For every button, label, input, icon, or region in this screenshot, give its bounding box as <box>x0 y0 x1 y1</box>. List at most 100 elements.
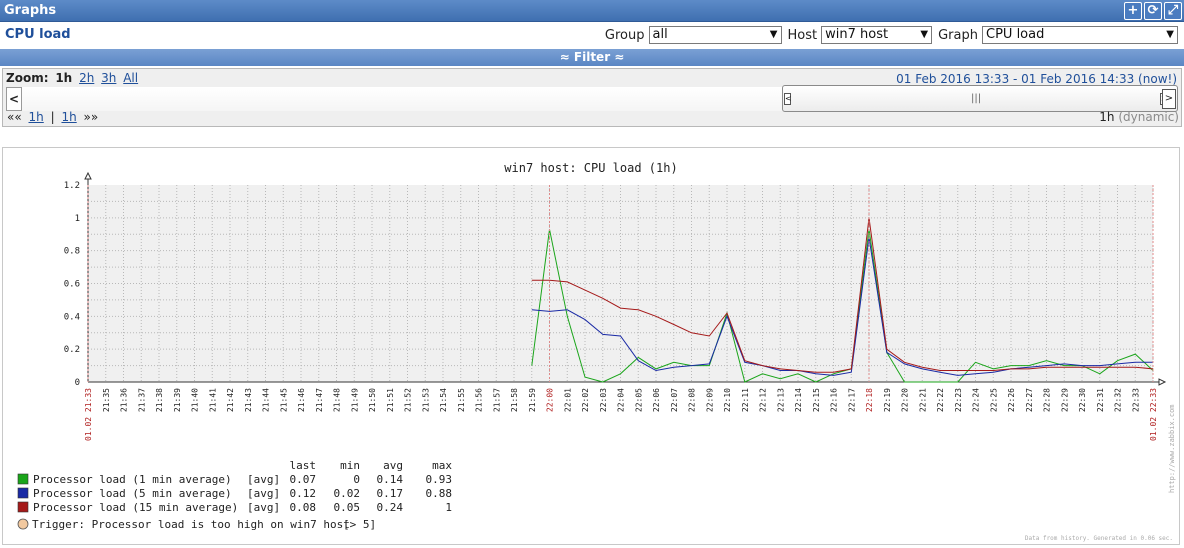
x-tick-label: 21:46 <box>297 388 306 412</box>
legend-value-last: 0.08 <box>290 501 317 514</box>
legend-series-name: Processor load (1 min average) <box>33 473 232 486</box>
x-tick-label: 22:07 <box>670 388 679 412</box>
x-tick-label: 21:59 <box>528 388 537 412</box>
nav-row: «« 1h | 1h »» <box>7 110 98 124</box>
legend-value-last: 0.12 <box>290 487 317 500</box>
host-select-value: win7 host <box>825 27 889 42</box>
x-tick-label: 22:11 <box>741 388 750 412</box>
legend-value-avg: 0.17 <box>377 487 404 500</box>
x-tick-label: 22:26 <box>1007 388 1016 412</box>
x-tick-label: 22:24 <box>972 388 981 412</box>
legend-value-max: 0.93 <box>426 473 453 486</box>
x-tick-label: 21:39 <box>173 388 182 412</box>
legend-header: last <box>290 459 317 472</box>
x-tick-label: 21:50 <box>368 388 377 412</box>
chevron-down-icon: ▼ <box>920 29 929 40</box>
x-tick-label: 22:16 <box>830 388 839 412</box>
legend-header: max <box>432 459 452 472</box>
x-tick-label: 22:30 <box>1078 388 1087 412</box>
x-tick-label: 22:20 <box>901 388 910 412</box>
scrollbar-left-handle[interactable]: < <box>784 93 792 105</box>
legend-value-min: 0.05 <box>334 501 361 514</box>
x-tick-label: 22:15 <box>812 388 821 412</box>
group-select[interactable]: all ▼ <box>648 26 782 44</box>
nav-back-link[interactable]: 1h <box>29 110 44 124</box>
host-select[interactable]: win7 host ▼ <box>821 26 933 44</box>
x-tick-label: 22:06 <box>652 388 661 412</box>
zoom-option[interactable]: 1h <box>55 71 72 85</box>
x-tick-label: 21:35 <box>102 388 111 412</box>
page-title: CPU load <box>5 27 71 42</box>
scroll-right-button[interactable]: > <box>1162 89 1176 109</box>
x-tick-label: 22:25 <box>989 388 998 412</box>
x-tick-label: 21:55 <box>457 388 466 412</box>
zoom-row: Zoom: 1h 2h 3h All <box>6 71 138 85</box>
y-tick-label: 0.8 <box>64 247 80 257</box>
x-tick-label: 21:41 <box>208 388 217 412</box>
x-tick-label: 22:03 <box>599 388 608 412</box>
zoom-option[interactable]: 3h <box>101 71 116 85</box>
x-tick-label: 21:49 <box>350 388 359 412</box>
x-tick-label: 21:40 <box>191 388 200 412</box>
nav-forward-link[interactable]: 1h <box>61 110 76 124</box>
y-tick-label: 0.4 <box>64 312 80 322</box>
scroll-left-button[interactable]: < <box>6 87 22 111</box>
plus-icon[interactable]: + <box>1124 2 1142 20</box>
x-tick-label: 22:01 <box>563 388 572 412</box>
x-tick-label: 22:29 <box>1060 388 1069 412</box>
y-tick-label: 1.2 <box>64 181 80 191</box>
timeline-scrollbar[interactable]: < ||| > <box>782 85 1178 112</box>
x-tick-label: 21:54 <box>439 388 448 412</box>
legend-value-min: 0.02 <box>334 487 361 500</box>
chart-title: win7 host: CPU load (1h) <box>504 161 677 175</box>
x-tick-label: 22:21 <box>918 388 927 412</box>
x-tick-label: 21:45 <box>279 388 288 412</box>
fullscreen-icon[interactable]: ⤢ <box>1164 2 1182 20</box>
y-tick-label: 0.6 <box>64 280 80 290</box>
dynamic-toggle[interactable]: (dynamic) <box>1118 110 1179 124</box>
filter-toggle[interactable]: ≈ Filter ≈ <box>0 49 1184 66</box>
x-tick-label: 22:04 <box>617 388 626 412</box>
x-tick-label: 21:44 <box>262 388 271 412</box>
y-tick-label: 0 <box>75 378 80 388</box>
x-tick-label: 22:05 <box>634 388 643 412</box>
x-tick-label: 21:51 <box>386 388 395 412</box>
zoom-option[interactable]: 2h <box>79 71 94 85</box>
graph-select[interactable]: CPU load ▼ <box>982 26 1178 44</box>
legend-swatch <box>17 473 29 485</box>
legend-value-max: 0.88 <box>426 487 453 500</box>
period-mode: 1h (dynamic) <box>1099 110 1179 124</box>
x-tick-label: 21:42 <box>226 388 235 412</box>
watermark-text: http://www.zabbix.com <box>1168 404 1176 493</box>
x-tick-label: 21:56 <box>475 388 484 412</box>
x-tick-label: 21:52 <box>404 388 413 412</box>
legend-value-min: 0 <box>353 473 360 486</box>
window-title: Graphs <box>4 3 57 18</box>
refresh-icon[interactable]: ⟳ <box>1144 2 1162 20</box>
cpu-load-chart[interactable]: 01.02 21:33 21:35 21:36 21:37 21:38 21:39 21:4… <box>3 148 1179 544</box>
x-tick-label: 22:17 <box>847 388 856 412</box>
chevron-down-icon: ▼ <box>1166 29 1174 40</box>
x-tick-label: 21:37 <box>137 388 146 412</box>
nav-separator: | <box>50 110 55 124</box>
zoom-option[interactable]: All <box>123 71 138 85</box>
x-tick-label: 01.02 22:33 <box>1149 388 1158 441</box>
legend-value-avg: 0.24 <box>377 501 404 514</box>
x-tick-label: 21:58 <box>510 388 519 412</box>
x-tick-label: 22:31 <box>1096 388 1105 412</box>
x-tick-label: 21:43 <box>244 388 253 412</box>
x-tick-label: 22:10 <box>723 388 732 412</box>
nav-back-icon[interactable]: «« <box>7 110 22 124</box>
legend-swatch <box>17 487 29 499</box>
legend-function: [avg] <box>247 501 280 514</box>
x-tick-label: 22:08 <box>688 388 697 412</box>
x-tick-label: 22:22 <box>936 388 945 412</box>
x-tick-label: 22:12 <box>759 388 768 412</box>
x-tick-label: 21:38 <box>155 388 164 412</box>
nav-forward-icon[interactable]: »» <box>84 110 99 124</box>
x-tick-label: 21:36 <box>120 388 129 412</box>
legend-header: min <box>340 459 360 472</box>
legend-value-last: 0.07 <box>290 473 317 486</box>
x-tick-label: 22:00 <box>546 388 555 412</box>
period-length: 1h <box>1099 110 1115 124</box>
